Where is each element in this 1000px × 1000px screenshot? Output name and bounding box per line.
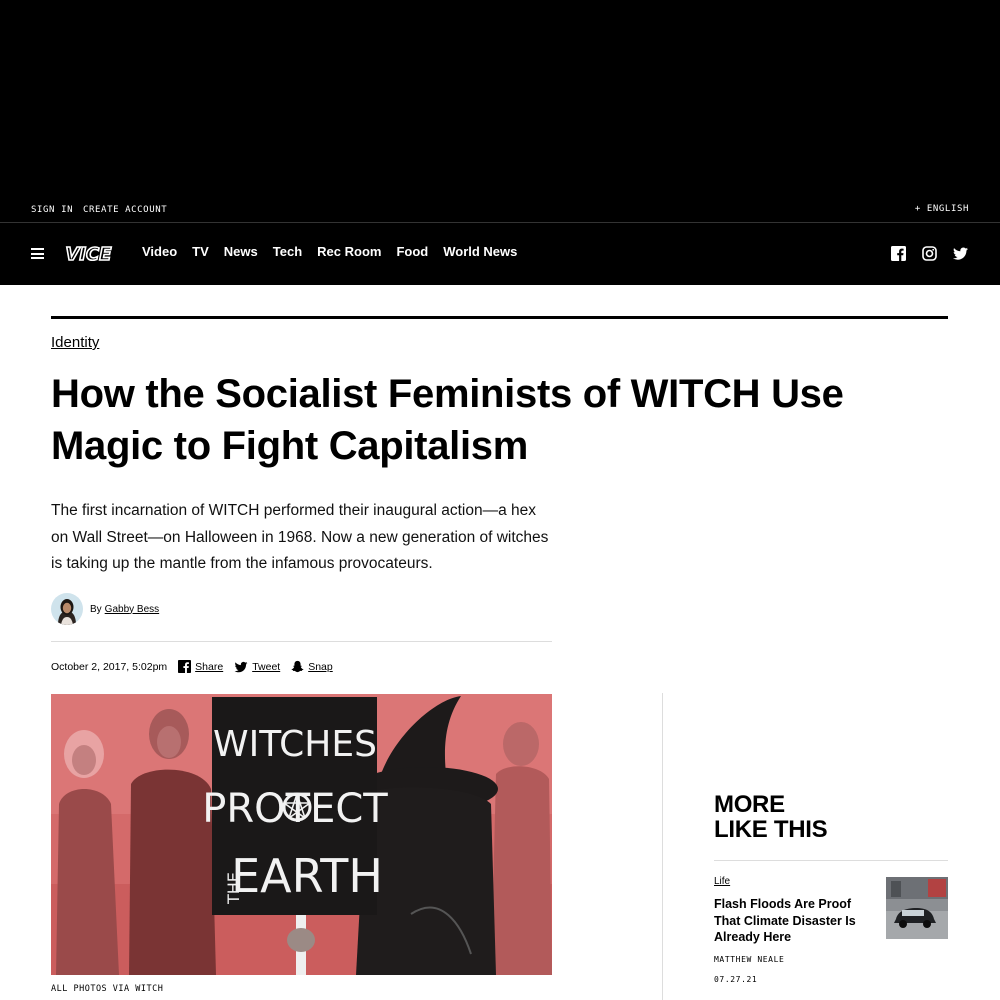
related-card-category[interactable]: Life — [714, 876, 730, 887]
snapchat-icon — [291, 660, 304, 673]
nav-link-world-news[interactable]: World News — [443, 244, 517, 259]
nav-link-video[interactable]: Video — [142, 244, 177, 259]
headline-line-2: Magic to Fight Capitalism — [51, 424, 528, 468]
nav-links: Video TV News Tech Rec Room Food World N… — [142, 244, 532, 259]
byline-prefix: By — [90, 603, 102, 615]
related-card-title[interactable]: Flash Floods Are Proof That Climate Disa… — [714, 896, 874, 946]
tweet-button[interactable]: Tweet — [234, 661, 280, 673]
byline: By Gabby Bess — [51, 593, 159, 625]
sign-in-link[interactable]: SIGN IN — [31, 205, 73, 215]
publish-date: October 2, 2017, 5:02pm — [51, 660, 168, 673]
more-like-this-heading: MORE LIKE THIS — [714, 791, 828, 843]
twitter-icon[interactable] — [953, 246, 968, 261]
language-selector[interactable]: + ENGLISH — [915, 204, 969, 214]
nav-link-rec-room[interactable]: Rec Room — [317, 244, 381, 259]
sidebar-rule — [714, 860, 948, 861]
svg-text:THE: THE — [224, 872, 243, 905]
more-heading-line-2: LIKE THIS — [714, 816, 828, 843]
article-top-rule — [51, 316, 948, 319]
byline-text: By Gabby Bess — [90, 604, 159, 615]
share-button[interactable]: Share — [178, 660, 223, 673]
byline-divider — [51, 641, 552, 642]
image-caption: ALL PHOTOS VIA WITCH — [51, 984, 164, 994]
article-meta: October 2, 2017, 5:02pm Share Tweet Snap — [51, 660, 344, 673]
nav-link-food[interactable]: Food — [396, 244, 428, 259]
article-headline: How the Socialist Feminists of WITCH Use… — [51, 368, 951, 472]
hero-image: WITCHES PROTECT EARTH THE — [51, 694, 552, 975]
headline-line-1: How the Socialist Feminists of WITCH Use — [51, 372, 844, 416]
twitter-share-icon — [234, 661, 248, 672]
svg-text:WITCHES: WITCHES — [213, 724, 377, 765]
related-card-author: MATTHEW NEALE — [714, 955, 785, 964]
share-label: Share — [195, 660, 224, 673]
svg-text:VICE: VICE — [65, 244, 112, 265]
snap-button[interactable]: Snap — [291, 660, 333, 673]
snap-label: Snap — [308, 660, 333, 673]
tweet-label: Tweet — [252, 660, 281, 673]
facebook-share-icon — [178, 660, 192, 673]
category-link[interactable]: Identity — [51, 334, 99, 351]
utility-bar: SIGN IN CREATE ACCOUNT + ENGLISH — [0, 200, 1000, 222]
create-account-link[interactable]: CREATE ACCOUNT — [83, 205, 167, 215]
article-dek: The first incarnation of WITCH performed… — [51, 502, 549, 573]
menu-icon[interactable] — [31, 248, 44, 259]
vice-logo[interactable]: VICE — [59, 243, 118, 265]
nav-link-news[interactable]: News — [224, 244, 258, 259]
instagram-icon[interactable] — [922, 246, 937, 261]
facebook-icon[interactable] — [891, 246, 906, 261]
sidebar-divider — [662, 693, 663, 1000]
more-heading-line-1: MORE — [714, 791, 785, 818]
main-nav: VICE Video TV News Tech Rec Room Food Wo… — [0, 223, 1000, 285]
related-card-date: 07.27.21 — [714, 975, 758, 984]
author-avatar[interactable] — [51, 593, 83, 625]
author-link[interactable]: Gabby Bess — [105, 604, 159, 615]
svg-text:EARTH: EARTH — [231, 849, 383, 903]
nav-link-tech[interactable]: Tech — [273, 244, 302, 259]
related-card-thumbnail[interactable] — [886, 877, 948, 939]
nav-link-tv[interactable]: TV — [192, 244, 209, 259]
